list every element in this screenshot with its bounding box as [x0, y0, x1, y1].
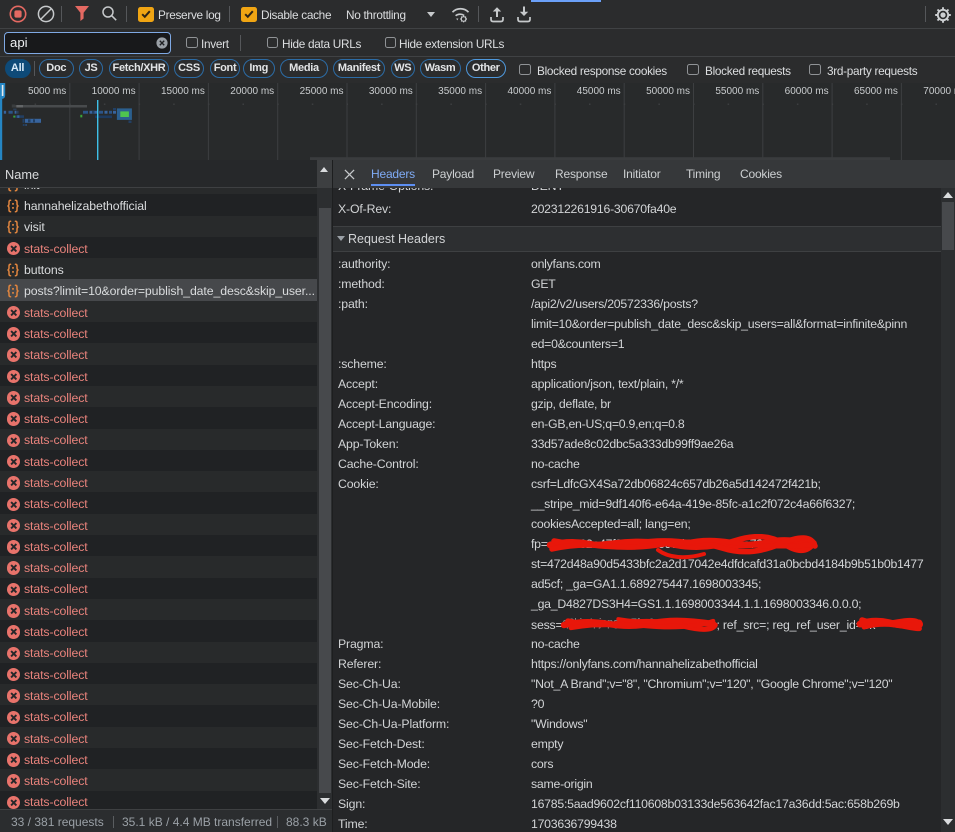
svg-text:25000 ms: 25000 ms — [300, 86, 344, 97]
svg-text:50000 ms: 50000 ms — [646, 86, 690, 97]
svg-text:20000 ms: 20000 ms — [230, 86, 274, 97]
svg-text:45000 ms: 45000 ms — [577, 86, 621, 97]
svg-text:40000 ms: 40000 ms — [507, 86, 551, 97]
svg-text:70000 ms: 70000 ms — [923, 86, 955, 97]
svg-text:55000 ms: 55000 ms — [715, 86, 759, 97]
svg-text:65000 ms: 65000 ms — [854, 86, 898, 97]
svg-text:5000 ms: 5000 ms — [28, 86, 66, 97]
svg-text:10000 ms: 10000 ms — [92, 86, 136, 97]
svg-text:60000 ms: 60000 ms — [785, 86, 829, 97]
svg-text:35000 ms: 35000 ms — [438, 86, 482, 97]
svg-text:30000 ms: 30000 ms — [369, 86, 413, 97]
svg-text:15000 ms: 15000 ms — [161, 86, 205, 97]
